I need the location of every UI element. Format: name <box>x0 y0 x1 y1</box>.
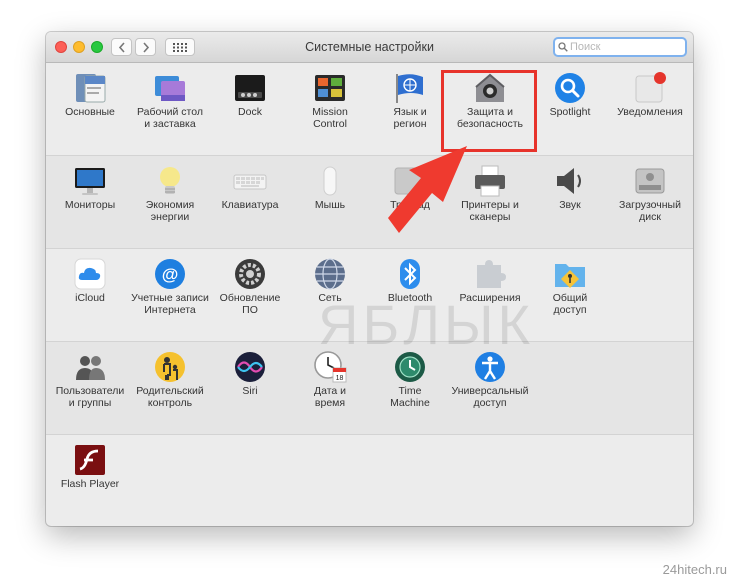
svg-text:@: @ <box>162 265 179 284</box>
search-field[interactable] <box>553 37 687 57</box>
pane-label: Мышь <box>314 199 346 211</box>
displays-pane[interactable]: Мониторы <box>50 158 130 244</box>
disk-icon <box>633 164 667 198</box>
pane-label: Уведомления <box>617 106 683 118</box>
energy-pane[interactable]: Экономия энергии <box>130 158 210 244</box>
pane-label: Siri <box>242 385 258 397</box>
dock-pane[interactable]: Dock <box>210 65 290 151</box>
search-icon <box>558 42 568 52</box>
software-update-pane[interactable]: Обновление ПО <box>210 251 290 337</box>
pane-label: Spotlight <box>549 106 591 118</box>
svg-text:18: 18 <box>336 375 344 382</box>
spotlight-icon <box>553 71 587 105</box>
pane-label: Общий доступ <box>552 292 588 316</box>
siri-pane[interactable]: Siri <box>210 344 290 430</box>
desktop-pane[interactable]: Рабочий стол и заставка <box>130 65 210 151</box>
pane-label: Загрузочный диск <box>619 199 681 223</box>
titlebar: Системные настройки <box>46 32 693 63</box>
users-pane[interactable]: Пользователи и группы <box>50 344 130 430</box>
bluetooth-icon <box>393 257 427 291</box>
minimize-button[interactable] <box>73 41 85 53</box>
internet-accounts-pane[interactable]: @ Учетные записи Интернета <box>130 251 210 337</box>
pane-label: Mission Control <box>312 106 348 130</box>
keyboard-pane[interactable]: Клавиатура <box>210 158 290 244</box>
siri-icon <box>233 350 267 384</box>
notifications-icon <box>633 71 667 105</box>
pane-label: Time Machine <box>390 385 430 409</box>
site-credit: 24hitech.ru <box>662 562 727 577</box>
pane-label: Основные <box>65 106 115 118</box>
cloud-icon <box>73 257 107 291</box>
pane-label: Универсальный доступ <box>451 385 529 409</box>
mission-control-pane[interactable]: Mission Control <box>290 65 370 151</box>
sharing-folder-icon <box>553 257 587 291</box>
sound-pane[interactable]: Звук <box>530 158 610 244</box>
dock-icon <box>233 71 267 105</box>
watermark: ЯБЛЫК <box>318 293 535 356</box>
trackpad-pane[interactable]: Трекпад <box>370 158 450 244</box>
general-pane[interactable]: Основные <box>50 65 130 151</box>
printers-pane[interactable]: Принтеры и сканеры <box>450 158 530 244</box>
system-preferences-window: Системные настройки Основные Рабочий стол… <box>46 32 693 526</box>
trackpad-icon <box>393 164 427 198</box>
pane-label: iCloud <box>75 292 105 304</box>
users-icon <box>73 350 107 384</box>
close-button[interactable] <box>55 41 67 53</box>
gear-icon <box>233 257 267 291</box>
pane-label: Экономия энергии <box>145 199 195 223</box>
sharing-pane[interactable]: Общий доступ <box>530 251 610 337</box>
forward-button[interactable] <box>135 38 156 56</box>
monitor-icon <box>73 164 107 198</box>
search-input[interactable] <box>568 41 680 53</box>
mouse-icon <box>313 164 347 198</box>
window-title: Системные настройки <box>305 40 434 54</box>
pane-label: Dock <box>238 106 262 118</box>
printer-icon <box>473 164 507 198</box>
chevron-left-icon <box>118 41 125 53</box>
pane-label: Родительский контроль <box>136 385 204 409</box>
desktop-screensaver-icon <box>153 71 187 105</box>
pane-label: Дата и время <box>313 385 347 409</box>
icloud-pane[interactable]: iCloud <box>50 251 130 337</box>
chevron-right-icon <box>142 41 149 53</box>
pane-label: Пользователи и группы <box>55 385 125 409</box>
bulb-icon <box>153 164 187 198</box>
pane-label: Язык и регион <box>393 106 427 130</box>
security-highlight-box <box>441 70 537 152</box>
keyboard-icon <box>233 164 267 198</box>
general-icon <box>73 71 107 105</box>
notifications-pane[interactable]: Уведомления <box>610 65 690 151</box>
pane-label: Трекпад <box>390 199 430 211</box>
at-icon: @ <box>153 257 187 291</box>
pane-label: Звук <box>559 199 581 211</box>
pane-label: Принтеры и сканеры <box>461 199 519 223</box>
pane-label: Учетные записи Интернета <box>131 292 209 316</box>
pane-label: Flash Player <box>60 478 120 490</box>
section-other <box>46 435 693 526</box>
zoom-button[interactable] <box>91 41 103 53</box>
mission-control-icon <box>313 71 347 105</box>
speaker-icon <box>553 164 587 198</box>
show-all-button[interactable] <box>165 38 195 56</box>
language-pane[interactable]: Язык и регион <box>370 65 450 151</box>
pane-label: Рабочий стол и заставка <box>137 106 203 130</box>
mouse-pane[interactable]: Мышь <box>290 158 370 244</box>
flash-player-pane[interactable]: Flash Player <box>50 437 130 523</box>
flag-icon <box>393 71 427 105</box>
startup-disk-pane[interactable]: Загрузочный диск <box>610 158 690 244</box>
pane-label: Клавиатура <box>221 199 279 211</box>
parental-pane[interactable]: Родительский контроль <box>130 344 210 430</box>
flash-icon <box>73 443 107 477</box>
parental-icon <box>153 350 187 384</box>
grid-icon <box>173 42 187 52</box>
puzzle-icon <box>473 257 507 291</box>
spotlight-pane[interactable]: Spotlight <box>530 65 610 151</box>
back-button[interactable] <box>111 38 132 56</box>
globe-icon <box>313 257 347 291</box>
pane-label: Мониторы <box>64 199 116 211</box>
pane-label: Обновление ПО <box>219 292 281 316</box>
